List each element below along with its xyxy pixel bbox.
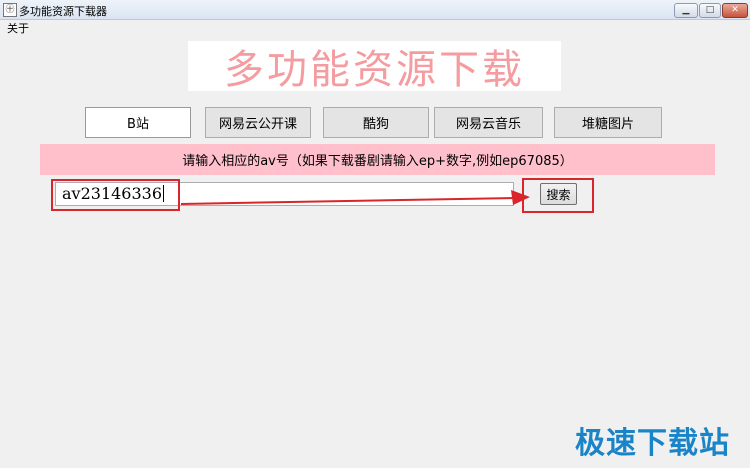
tab-label: 网易云公开课 — [218, 117, 297, 132]
tab-label: 堆糖图片 — [581, 117, 634, 132]
tab-bilibili[interactable]: B站 — [85, 107, 191, 138]
tab-netease-open-course[interactable]: 网易云公开课 — [205, 107, 311, 138]
tab-duitang-images[interactable]: 堆糖图片 — [554, 107, 662, 138]
minimize-icon: ▁ — [682, 5, 690, 15]
tab-label: 酷狗 — [362, 117, 389, 132]
button-highlight-box — [522, 178, 594, 213]
close-icon: ✕ — [731, 5, 739, 15]
tab-label: 网易云音乐 — [455, 117, 521, 132]
maximize-button[interactable]: □ — [699, 3, 721, 18]
menu-about[interactable]: 关于 — [7, 20, 29, 36]
watermark-text: 极速下载站 — [575, 426, 730, 461]
instruction-banner: 请输入相应的av号（如果下载番剧请输入ep+数字,例如ep67085） — [40, 144, 715, 175]
logo-banner: 多功能资源下载 — [188, 41, 561, 93]
minimize-button[interactable]: ▁ — [674, 3, 698, 18]
title-bar: ㊉ 多功能资源下载器 ▁ □ ✕ — [0, 0, 750, 20]
app-icon: ㊉ — [3, 3, 17, 17]
menu-bar: 关于 — [0, 20, 750, 36]
tab-kugou[interactable]: 酷狗 — [323, 107, 429, 138]
tab-label: B站 — [127, 117, 149, 132]
maximize-icon: □ — [705, 5, 715, 15]
close-button[interactable]: ✕ — [722, 3, 748, 18]
logo-text: 多功能资源下载 — [224, 47, 525, 93]
window-title: 多功能资源下载器 — [19, 5, 107, 18]
instruction-text: 请输入相应的av号（如果下载番剧请输入ep+数字,例如ep67085） — [182, 154, 573, 169]
input-highlight-box — [51, 179, 180, 211]
tab-netease-music[interactable]: 网易云音乐 — [434, 107, 543, 138]
